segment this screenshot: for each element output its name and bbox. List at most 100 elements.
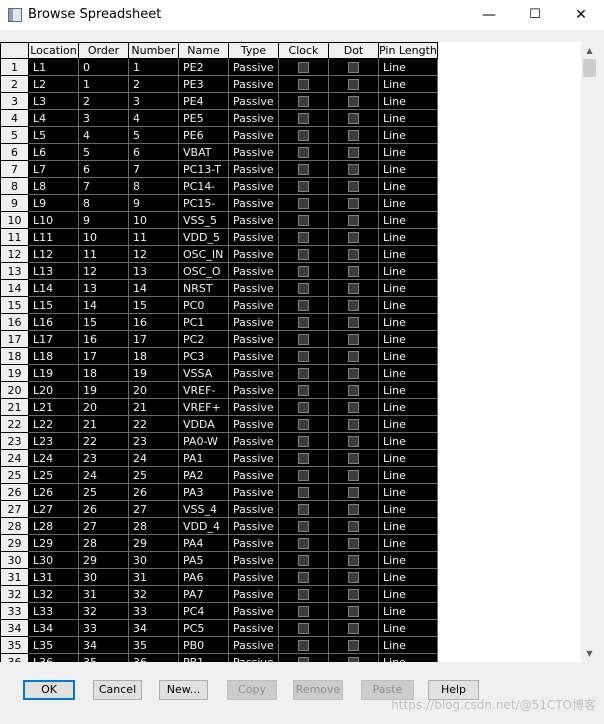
type-cell[interactable]: Passive xyxy=(228,568,279,586)
dot-cell[interactable] xyxy=(328,568,379,586)
dot-checkbox[interactable] xyxy=(348,453,359,464)
order-cell[interactable]: 6 xyxy=(78,160,129,178)
row-number[interactable]: 7 xyxy=(0,160,29,178)
row-number[interactable]: 23 xyxy=(0,432,29,450)
order-cell[interactable]: 5 xyxy=(78,143,129,161)
order-cell[interactable]: 28 xyxy=(78,534,129,552)
dot-checkbox[interactable] xyxy=(348,147,359,158)
clock-checkbox[interactable] xyxy=(298,385,309,396)
table-row[interactable]: 17 L17 16 17 PC2 Passive Line xyxy=(0,330,438,348)
type-cell[interactable]: Passive xyxy=(228,126,279,144)
number-cell[interactable]: 31 xyxy=(128,568,179,586)
clock-checkbox[interactable] xyxy=(298,436,309,447)
dot-checkbox[interactable] xyxy=(348,436,359,447)
number-cell[interactable]: 36 xyxy=(128,653,179,662)
name-cell[interactable]: PE5 xyxy=(178,109,229,127)
location-cell[interactable]: L33 xyxy=(28,602,79,620)
clock-cell[interactable] xyxy=(278,160,329,178)
location-cell[interactable]: L29 xyxy=(28,534,79,552)
order-cell[interactable]: 10 xyxy=(78,228,129,246)
location-cell[interactable]: L32 xyxy=(28,585,79,603)
dot-cell[interactable] xyxy=(328,449,379,467)
number-cell[interactable]: 27 xyxy=(128,500,179,518)
close-button[interactable]: ✕ xyxy=(558,0,604,30)
clock-checkbox[interactable] xyxy=(298,215,309,226)
location-cell[interactable]: L20 xyxy=(28,381,79,399)
scroll-up-icon[interactable]: ▲ xyxy=(581,42,598,59)
type-cell[interactable]: Passive xyxy=(228,177,279,195)
row-number[interactable]: 6 xyxy=(0,143,29,161)
clock-cell[interactable] xyxy=(278,432,329,450)
pin-length-cell[interactable]: Line xyxy=(378,500,438,518)
order-cell[interactable]: 31 xyxy=(78,585,129,603)
scroll-thumb[interactable] xyxy=(583,59,596,77)
row-number[interactable]: 25 xyxy=(0,466,29,484)
location-cell[interactable]: L24 xyxy=(28,449,79,467)
clock-cell[interactable] xyxy=(278,602,329,620)
name-cell[interactable]: PE2 xyxy=(178,58,229,76)
order-cell[interactable]: 18 xyxy=(78,364,129,382)
order-cell[interactable]: 0 xyxy=(78,58,129,76)
type-cell[interactable]: Passive xyxy=(228,415,279,433)
table-row[interactable]: 10 L10 9 10 VSS_5 Passive Line xyxy=(0,211,438,229)
type-cell[interactable]: Passive xyxy=(228,347,279,365)
clock-cell[interactable] xyxy=(278,364,329,382)
table-row[interactable]: 13 L13 12 13 OSC_O Passive Line xyxy=(0,262,438,280)
name-cell[interactable]: OSC_O xyxy=(178,262,229,280)
type-cell[interactable]: Passive xyxy=(228,619,279,637)
clock-checkbox[interactable] xyxy=(298,487,309,498)
dot-checkbox[interactable] xyxy=(348,266,359,277)
dot-cell[interactable] xyxy=(328,636,379,654)
name-cell[interactable]: PA0-W xyxy=(178,432,229,450)
table-row[interactable]: 18 L18 17 18 PC3 Passive Line xyxy=(0,347,438,365)
name-cell[interactable]: OSC_IN xyxy=(178,245,229,263)
clock-cell[interactable] xyxy=(278,262,329,280)
table-row[interactable]: 28 L28 27 28 VDD_4 Passive Line xyxy=(0,517,438,535)
pin-length-cell[interactable]: Line xyxy=(378,398,438,416)
table-row[interactable]: 26 L26 25 26 PA3 Passive Line xyxy=(0,483,438,501)
row-number[interactable]: 8 xyxy=(0,177,29,195)
table-row[interactable]: 25 L25 24 25 PA2 Passive Line xyxy=(0,466,438,484)
name-cell[interactable]: PA5 xyxy=(178,551,229,569)
dot-cell[interactable] xyxy=(328,245,379,263)
pin-length-cell[interactable]: Line xyxy=(378,279,438,297)
order-cell[interactable]: 9 xyxy=(78,211,129,229)
clock-checkbox[interactable] xyxy=(298,266,309,277)
table-row[interactable]: 35 L35 34 35 PB0 Passive Line xyxy=(0,636,438,654)
number-cell[interactable]: 23 xyxy=(128,432,179,450)
number-cell[interactable]: 16 xyxy=(128,313,179,331)
table-row[interactable]: 1 L1 0 1 PE2 Passive Line xyxy=(0,58,438,76)
pin-length-cell[interactable]: Line xyxy=(378,517,438,535)
table-row[interactable]: 29 L29 28 29 PA4 Passive Line xyxy=(0,534,438,552)
pin-length-cell[interactable]: Line xyxy=(378,415,438,433)
location-cell[interactable]: L23 xyxy=(28,432,79,450)
order-cell[interactable]: 16 xyxy=(78,330,129,348)
order-cell[interactable]: 27 xyxy=(78,517,129,535)
type-cell[interactable]: Passive xyxy=(228,92,279,110)
number-cell[interactable]: 33 xyxy=(128,602,179,620)
dot-checkbox[interactable] xyxy=(348,555,359,566)
number-cell[interactable]: 6 xyxy=(128,143,179,161)
order-cell[interactable]: 23 xyxy=(78,449,129,467)
ok-button[interactable]: OK xyxy=(23,680,75,700)
name-cell[interactable]: PA4 xyxy=(178,534,229,552)
order-cell[interactable]: 29 xyxy=(78,551,129,569)
order-cell[interactable]: 24 xyxy=(78,466,129,484)
table-row[interactable]: 11 L11 10 11 VDD_5 Passive Line xyxy=(0,228,438,246)
location-cell[interactable]: L10 xyxy=(28,211,79,229)
order-cell[interactable]: 3 xyxy=(78,109,129,127)
name-cell[interactable]: VBAT xyxy=(178,143,229,161)
clock-cell[interactable] xyxy=(278,330,329,348)
clock-cell[interactable] xyxy=(278,211,329,229)
table-row[interactable]: 32 L32 31 32 PA7 Passive Line xyxy=(0,585,438,603)
location-cell[interactable]: L36 xyxy=(28,653,79,662)
dot-checkbox[interactable] xyxy=(348,657,359,662)
number-cell[interactable]: 34 xyxy=(128,619,179,637)
clock-checkbox[interactable] xyxy=(298,572,309,583)
row-number[interactable]: 12 xyxy=(0,245,29,263)
type-cell[interactable]: Passive xyxy=(228,194,279,212)
number-cell[interactable]: 24 xyxy=(128,449,179,467)
clock-checkbox[interactable] xyxy=(298,589,309,600)
row-number[interactable]: 2 xyxy=(0,75,29,93)
order-cell[interactable]: 35 xyxy=(78,653,129,662)
